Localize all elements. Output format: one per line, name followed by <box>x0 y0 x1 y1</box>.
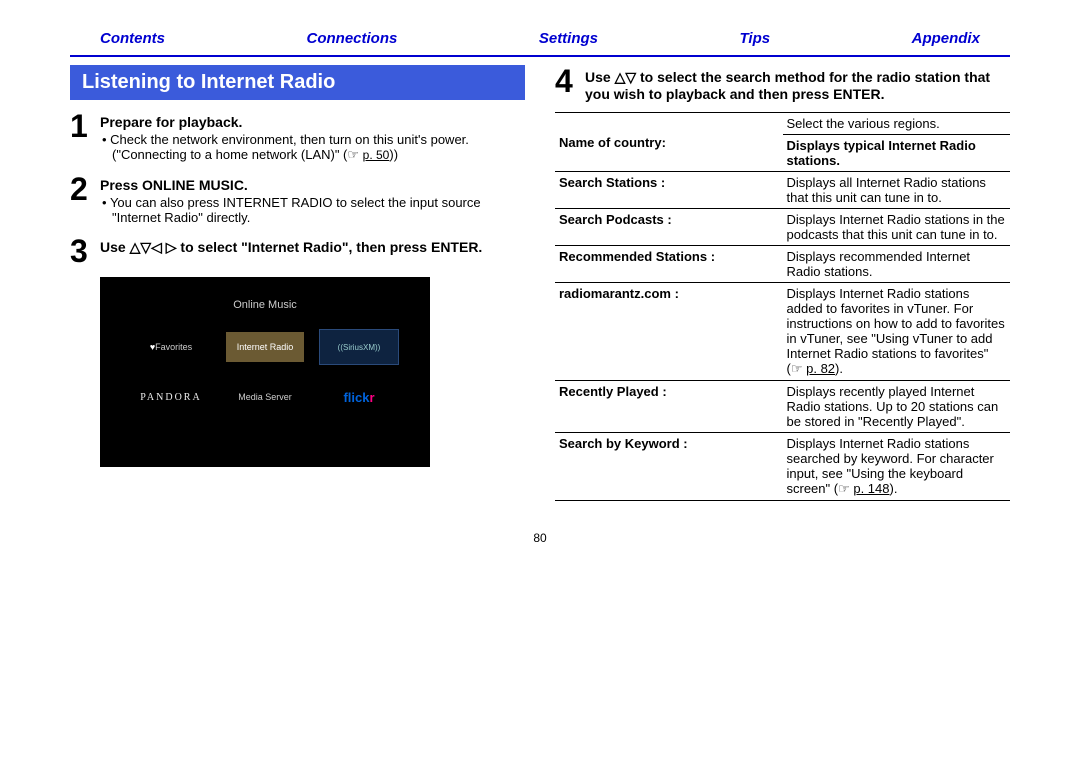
search-options-table: Name of country: Select the various regi… <box>555 112 1010 501</box>
table-row: Name of country: Select the various regi… <box>555 113 1010 135</box>
opt-search-keyword-label: Search by Keyword : <box>555 433 783 501</box>
table-row: Search Podcasts : Displays Internet Radi… <box>555 209 1010 246</box>
opt-search-stations-label: Search Stations : <box>555 172 783 209</box>
step-4: 4 Use △▽ to select the search method for… <box>555 65 1010 102</box>
flickr-text-1: flick <box>343 390 369 405</box>
step-2: 2 Press ONLINE MUSIC. You can also press… <box>70 173 525 225</box>
nav-settings[interactable]: Settings <box>539 30 598 47</box>
nav-contents[interactable]: Contents <box>100 30 165 47</box>
opt-radiomarantz-label: radiomarantz.com : <box>555 283 783 381</box>
opt-radiomarantz-desc: Displays Internet Radio stations added t… <box>783 283 1011 381</box>
left-column: Listening to Internet Radio 1 Prepare fo… <box>70 65 525 501</box>
page-number: 80 <box>70 531 1010 545</box>
keyword-post: ). <box>890 481 898 496</box>
page-link-82[interactable]: p. 82 <box>806 361 835 376</box>
opt-search-stations-desc: Displays all Internet Radio stations tha… <box>783 172 1011 209</box>
step-1-number: 1 <box>70 110 100 163</box>
page-heading: Listening to Internet Radio <box>70 65 525 100</box>
tile-siriusxm: ((SiriusXM)) <box>319 329 399 365</box>
step-3-title: Use △▽◁ ▷ to select "Internet Radio", th… <box>100 239 525 256</box>
step-3: 3 Use △▽◁ ▷ to select "Internet Radio", … <box>70 235 525 267</box>
step-3-post: to select "Internet Radio", then press E… <box>177 239 483 255</box>
ui-screenshot: Online Music Favorites Internet Radio ((… <box>100 277 430 467</box>
step-2-number: 2 <box>70 173 100 225</box>
top-nav: Contents Connections Settings Tips Appen… <box>70 30 1010 55</box>
step-2-bullet: You can also press INTERNET RADIO to sel… <box>100 195 525 225</box>
radiomarantz-post: ). <box>835 361 843 376</box>
tile-internet-radio: Internet Radio <box>226 332 304 362</box>
step-1: 1 Prepare for playback. Check the networ… <box>70 110 525 163</box>
opt-recommended-desc: Displays recommended Internet Radio stat… <box>783 246 1011 283</box>
step-4-title: Use △▽ to select the search method for t… <box>585 69 1010 102</box>
opt-search-podcasts-desc: Displays Internet Radio stations in the … <box>783 209 1011 246</box>
opt-country-desc2: Displays typical Internet Radio stations… <box>783 135 1011 172</box>
page-link-148[interactable]: p. 148 <box>853 481 889 496</box>
nav-arrows-icon: △▽◁ ▷ <box>130 239 177 255</box>
right-column: 4 Use △▽ to select the search method for… <box>555 65 1010 501</box>
step-1-bullet-text: Check the network environment, then turn… <box>110 132 469 162</box>
tile-favorites: Favorites <box>132 332 210 362</box>
step-4-number: 4 <box>555 65 585 102</box>
table-row: Search by Keyword : Displays Internet Ra… <box>555 433 1010 501</box>
opt-recently-played-desc: Displays recently played Internet Radio … <box>783 381 1011 433</box>
step-4-pre: Use <box>585 69 615 85</box>
up-down-arrows-icon: △▽ <box>615 69 637 85</box>
nav-tips[interactable]: Tips <box>740 30 771 47</box>
step-3-pre: Use <box>100 239 130 255</box>
opt-country-label: Name of country: <box>555 113 783 172</box>
table-row: Recommended Stations : Displays recommen… <box>555 246 1010 283</box>
step-1-bullet-tail: )) <box>389 147 398 162</box>
header-rule <box>70 55 1010 57</box>
opt-search-keyword-desc: Displays Internet Radio stations searche… <box>783 433 1011 501</box>
step-1-title: Prepare for playback. <box>100 114 525 130</box>
page-link-50[interactable]: p. 50 <box>363 148 390 162</box>
tile-media-server: Media Server <box>226 382 304 412</box>
table-row: Search Stations : Displays all Internet … <box>555 172 1010 209</box>
opt-country-desc1: Select the various regions. <box>783 113 1011 135</box>
opt-search-podcasts-label: Search Podcasts : <box>555 209 783 246</box>
step-2-title: Press ONLINE MUSIC. <box>100 177 525 193</box>
tile-flickr: flickr <box>320 382 398 412</box>
nav-connections[interactable]: Connections <box>307 30 398 47</box>
flickr-text-2: r <box>369 390 374 405</box>
step-3-number: 3 <box>70 235 100 267</box>
step-4-post: to select the search method for the radi… <box>585 69 990 102</box>
opt-recently-played-label: Recently Played : <box>555 381 783 433</box>
table-row: radiomarantz.com : Displays Internet Rad… <box>555 283 1010 381</box>
table-row: Recently Played : Displays recently play… <box>555 381 1010 433</box>
opt-recommended-label: Recommended Stations : <box>555 246 783 283</box>
nav-appendix[interactable]: Appendix <box>912 30 980 47</box>
screen-title: Online Music <box>233 299 297 311</box>
step-1-bullet: Check the network environment, then turn… <box>100 132 525 163</box>
tile-pandora: PANDORA <box>132 382 210 412</box>
